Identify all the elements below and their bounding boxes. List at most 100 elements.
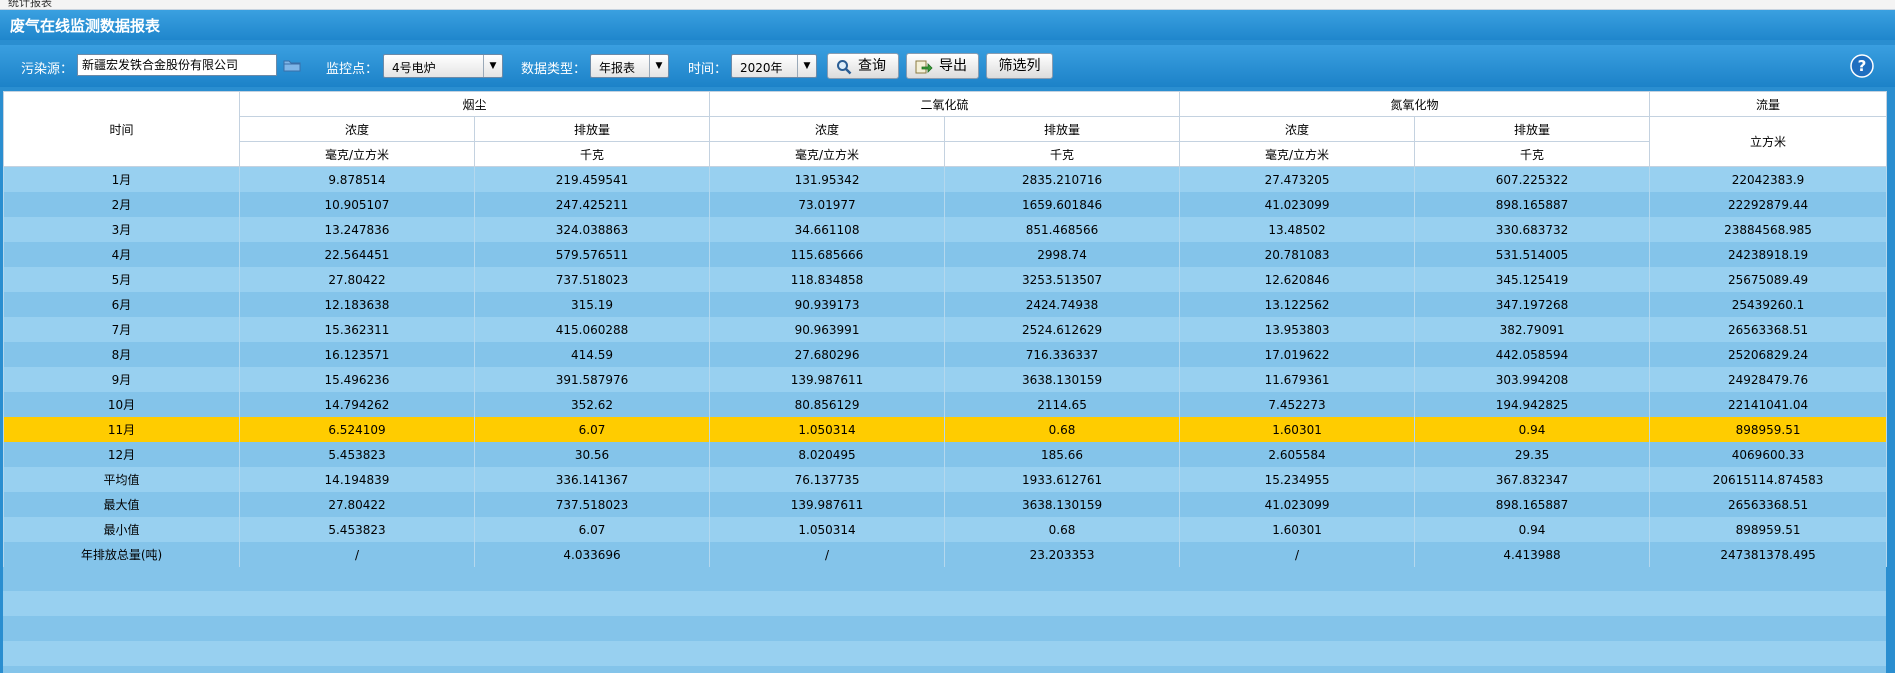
table-row[interactable]: 11月 6.524109 6.07 1.050314 0.68 1.60301 0.94 89…	[3, 417, 1888, 442]
table-row[interactable]: 最大值 27.80422 737.518023 139.987611 3638.1301…	[3, 492, 1888, 517]
table-cell: 716.336337	[944, 342, 1181, 367]
table-cell: 6.07	[473, 517, 711, 542]
table-cell: 1.60301	[1179, 517, 1416, 542]
table-cell: 16.123571	[239, 342, 475, 367]
table-row[interactable]: 12月 5.453823 30.56 8.020495 185.66 2.605584 29…	[3, 442, 1888, 467]
table-cell: 898.165887	[1414, 192, 1651, 217]
table-cell: 20615114.874583	[1649, 467, 1888, 492]
point-select-value: 4号电炉	[392, 61, 436, 75]
help-icon[interactable]: ?	[1850, 54, 1874, 78]
table-cell: 139.987611	[709, 492, 946, 517]
table-cell: 3638.130159	[944, 367, 1181, 392]
table-cell: 10.905107	[239, 192, 475, 217]
table-cell: 2.605584	[1179, 442, 1416, 467]
table-row[interactable]: 6月 12.183638 315.19 90.939173 2424.74938 13.1…	[3, 292, 1888, 317]
filter-toolbar: 污染源： 监控点： 4号电炉 ▼ 数据类型： 年报表 ▼ 时间： 2020年 ▼…	[0, 45, 1895, 87]
header-group-so2: 二氧化硫	[709, 91, 1181, 117]
table-cell: /	[709, 542, 946, 567]
source-label: 污染源：	[21, 62, 74, 77]
table-cell: 898959.51	[1649, 417, 1888, 442]
table-cell: 15.496236	[239, 367, 475, 392]
type-label: 数据类型：	[521, 62, 587, 77]
folder-icon[interactable]	[283, 58, 301, 72]
table-cell: 115.685666	[709, 242, 946, 267]
type-select-value: 年报表	[599, 61, 636, 75]
table-cell: 303.994208	[1414, 367, 1651, 392]
table-cell: 41.023099	[1179, 492, 1416, 517]
query-button-label: 查询	[858, 58, 886, 74]
table-row[interactable]: 8月 16.123571 414.59 27.680296 716.336337 17.0…	[3, 342, 1888, 367]
table-cell: 345.125419	[1414, 267, 1651, 292]
table-cell: 219.459541	[473, 166, 711, 192]
table-row[interactable]: 最小值 5.453823 6.07 1.050314 0.68 1.60301 0.94 89…	[3, 517, 1888, 542]
table-cell: /	[239, 542, 475, 567]
type-select[interactable]: 年报表 ▼	[590, 54, 669, 78]
table-cell: 2114.65	[944, 392, 1181, 417]
table-cell: 194.942825	[1414, 392, 1651, 417]
point-select[interactable]: 4号电炉 ▼	[383, 54, 503, 78]
table-cell: 24238918.19	[1649, 242, 1888, 267]
table-cell: 415.060288	[473, 317, 711, 342]
header-unit: 千克	[944, 141, 1181, 167]
table-row[interactable]: 年排放总量(吨)/4.033696/23.203353/4.413988 2473…	[3, 542, 1888, 567]
table-cell: 315.19	[473, 292, 711, 317]
header-group-dust: 烟尘	[238, 91, 711, 117]
table-cell: 2835.210716	[944, 166, 1181, 192]
header-unit: 千克	[473, 141, 711, 167]
table-cell: 12.183638	[239, 292, 475, 317]
table-cell: 2998.74	[944, 242, 1181, 267]
table-cell: 347.197268	[1414, 292, 1651, 317]
window-tab[interactable]: 统计报表	[8, 0, 52, 10]
table-row[interactable]: 7月 15.362311 415.060288 90.963991 2524.61262…	[3, 317, 1888, 342]
table-cell: 11.679361	[1179, 367, 1416, 392]
header-unit: 毫克/立方米	[1179, 141, 1416, 167]
table-cell: 8.020495	[709, 442, 946, 467]
table-row[interactable]: 3月 13.247836 324.038863 34.661108 851.468566…	[3, 217, 1888, 242]
row-label-cell: 5月	[3, 267, 240, 292]
table-row[interactable]: 1月 9.878514 219.459541 131.95342 2835.210716…	[3, 166, 1888, 192]
table-cell: 898.165887	[1414, 492, 1651, 517]
table-cell: 324.038863	[473, 217, 711, 242]
table-row[interactable]: 4月 22.564451 579.576511 115.685666 2998.74 20…	[3, 242, 1888, 267]
row-label-cell: 1月	[3, 166, 240, 192]
table-cell: 1933.612761	[944, 467, 1181, 492]
table-cell: 25206829.24	[1649, 342, 1888, 367]
table-row[interactable]: 5月 27.80422 737.518023 118.834858 3253.51350…	[3, 267, 1888, 292]
table-row[interactable]: 10月 14.794262 352.62 80.856129 2114.65 7.4522…	[3, 392, 1888, 417]
table-cell: 73.01977	[709, 192, 946, 217]
table-cell: 442.058594	[1414, 342, 1651, 367]
table-body: 1月 9.878514 219.459541 131.95342 2835.210716…	[3, 166, 1888, 567]
source-input[interactable]	[77, 54, 277, 76]
time-select[interactable]: 2020年 ▼	[731, 54, 817, 78]
table-cell: 12.620846	[1179, 267, 1416, 292]
table-cell: 0.68	[944, 417, 1181, 442]
table-cell: 0.68	[944, 517, 1181, 542]
table-row[interactable]: 9月 15.496236 391.587976 139.987611 3638.1301…	[3, 367, 1888, 392]
table-cell: 22.564451	[239, 242, 475, 267]
table-cell: 22042383.9	[1649, 166, 1888, 192]
export-button-label: 导出	[939, 58, 967, 74]
row-label-cell: 2月	[3, 192, 240, 217]
row-label-cell: 10月	[3, 392, 240, 417]
table-cell: 3253.513507	[944, 267, 1181, 292]
export-button[interactable]: 导出	[906, 53, 979, 79]
filter-columns-button[interactable]: 筛选列	[986, 53, 1053, 79]
table-cell: 3638.130159	[944, 492, 1181, 517]
table-cell: 0.94	[1414, 517, 1651, 542]
table-cell: 118.834858	[709, 267, 946, 292]
query-button[interactable]: 查询	[827, 53, 899, 79]
table-cell: 34.661108	[709, 217, 946, 242]
table-cell: 90.939173	[709, 292, 946, 317]
table-cell: 391.587976	[473, 367, 711, 392]
report-panel: 废气在线监测数据报表 污染源： 监控点： 4号电炉 ▼ 数据类型： 年报表 ▼ …	[0, 10, 1895, 673]
header-sub: 排放量	[944, 116, 1181, 142]
table-header: 时间 烟尘 二氧化硫 氮氧化物 流量 浓度 排放量 浓度 排放量 浓度 排放量 …	[3, 91, 1888, 167]
table-cell: 13.48502	[1179, 217, 1416, 242]
chevron-down-icon: ▼	[649, 55, 668, 77]
row-label-cell: 7月	[3, 317, 240, 342]
row-label-cell: 平均值	[3, 467, 240, 492]
table-cell: 13.122562	[1179, 292, 1416, 317]
header-group-nox: 氮氧化物	[1179, 91, 1651, 117]
table-row[interactable]: 2月 10.905107 247.425211 73.01977 1659.601846…	[3, 192, 1888, 217]
table-row[interactable]: 平均值 14.194839 336.141367 76.137735 1933.6127…	[3, 467, 1888, 492]
